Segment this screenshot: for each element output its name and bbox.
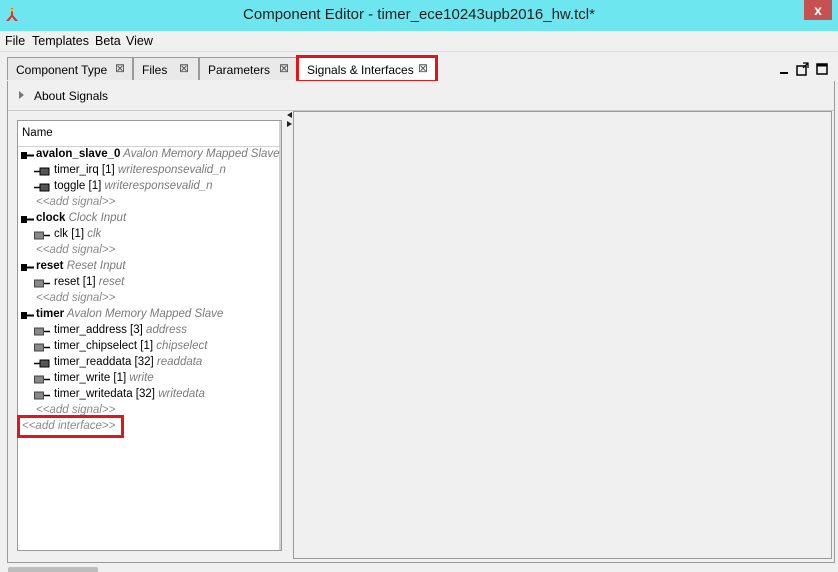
interface-type: Reset Input (63, 260, 126, 272)
signal-output-icon (34, 375, 50, 384)
signal-name: clk [1] (54, 228, 85, 240)
signal-name: timer_writedata [32] (54, 388, 155, 400)
signals-tree-panel[interactable]: Name avalon_slave_0 Avalon Memory Mapped… (17, 120, 282, 551)
signal-output-icon (34, 343, 50, 352)
menu-templates[interactable]: Templates (32, 34, 89, 48)
signal-name: timer_readdata [32] (54, 356, 154, 368)
maximize-icon[interactable] (816, 63, 829, 76)
tab-parameters[interactable]: Parameters ⊠ (199, 57, 298, 80)
interface-type: Clock Input (65, 212, 127, 224)
details-panel (293, 111, 832, 559)
add-signal-item[interactable]: <<add signal>> (36, 292, 115, 308)
close-window-button[interactable]: x (804, 0, 832, 20)
signal-output-icon (34, 391, 50, 400)
interface-icon (21, 152, 34, 159)
add-signal-item[interactable]: <<add signal>> (36, 244, 115, 260)
menu-bar: File Templates Beta View (0, 31, 838, 52)
signal-type: readdata (153, 356, 203, 368)
signal-name: reset [1] (54, 276, 96, 288)
tab-files[interactable]: Files ⊠ (133, 57, 199, 80)
tab-label: Files (142, 63, 168, 77)
signal-type: writeresponsevalid_n (101, 180, 213, 192)
signal-row[interactable]: timer_irq [1] writeresponsevalid_n (34, 164, 226, 180)
signal-row[interactable]: reset [1] reset (34, 276, 124, 292)
signal-row[interactable]: timer_readdata [32] readdata (34, 356, 202, 372)
interface-row[interactable]: reset Reset Input (21, 260, 126, 276)
interface-row[interactable]: timer Avalon Memory Mapped Slave (21, 308, 223, 324)
signal-type: write (126, 372, 154, 384)
interface-name: clock (36, 212, 66, 224)
signal-output-icon (34, 327, 50, 336)
minimize-icon[interactable] (779, 64, 791, 76)
signal-row[interactable]: timer_writedata [32] writedata (34, 388, 205, 404)
signal-row[interactable]: timer_chipselect [1] chipselect (34, 340, 207, 356)
tab-label: Parameters (208, 63, 271, 77)
signal-row[interactable]: timer_address [3] address (34, 324, 187, 340)
interface-name: timer (36, 308, 65, 320)
signal-input-icon (34, 359, 50, 368)
interface-row[interactable]: avalon_slave_0 Avalon Memory Mapped Slav… (21, 148, 280, 164)
expand-arrow-icon[interactable] (19, 91, 24, 99)
signal-type: writedata (155, 388, 205, 400)
tab-close-icon[interactable]: ⊠ (179, 61, 189, 75)
add-signal-label: <<add signal>> (36, 244, 116, 256)
signal-name: timer_write [1] (54, 372, 127, 384)
interface-icon (21, 264, 34, 271)
tab-highlight-box (296, 55, 438, 83)
about-signals-toggle[interactable]: About Signals (34, 89, 108, 103)
menu-file[interactable]: File (5, 34, 25, 48)
signal-type: writeresponsevalid_n (114, 164, 226, 176)
detach-icon[interactable] (796, 62, 810, 76)
signal-input-icon (34, 183, 50, 192)
interface-icon (21, 216, 34, 223)
signal-name: toggle [1] (54, 180, 102, 192)
signal-name: timer_irq [1] (54, 164, 115, 176)
column-header-label: Name (22, 127, 53, 139)
signal-output-icon (34, 231, 50, 240)
tab-label: Component Type (16, 63, 108, 77)
add-signal-label: <<add signal>> (36, 292, 116, 304)
signal-type: chipselect (153, 340, 208, 352)
interface-type: Avalon Memory Mapped Slave (64, 308, 224, 320)
signal-name: timer_address [3] (54, 324, 143, 336)
interface-name: avalon_slave_0 (36, 148, 121, 160)
signal-type: address (142, 324, 187, 336)
tab-close-icon[interactable]: ⊠ (115, 61, 125, 75)
signal-name: timer_chipselect [1] (54, 340, 154, 352)
tab-close-icon[interactable]: ⊠ (279, 61, 289, 75)
scrollbar[interactable] (279, 121, 281, 550)
signal-row[interactable]: toggle [1] writeresponsevalid_n (34, 180, 213, 196)
add-signal-item[interactable]: <<add signal>> (36, 196, 115, 212)
title-bar: Component Editor - timer_ece10243upb2016… (0, 0, 838, 31)
interface-type: Avalon Memory Mapped Slave (120, 148, 280, 160)
interface-icon (21, 312, 34, 319)
window-title: Component Editor - timer_ece10243upb2016… (243, 6, 595, 23)
splitter-arrows-icon[interactable] (287, 112, 292, 128)
signal-input-icon (34, 167, 50, 176)
menu-view[interactable]: View (126, 34, 153, 48)
name-column-header[interactable]: Name (18, 121, 280, 147)
interface-name: reset (36, 260, 64, 272)
signal-type: clk (84, 228, 102, 240)
tab-component-type[interactable]: Component Type ⊠ (7, 57, 133, 80)
add-interface-highlight-box (17, 415, 124, 438)
bottom-scroll-tab[interactable] (8, 567, 98, 572)
menu-beta[interactable]: Beta (95, 34, 121, 48)
signal-type: reset (95, 276, 125, 288)
signal-output-icon (34, 279, 50, 288)
signal-row[interactable]: timer_write [1] write (34, 372, 154, 388)
signal-row[interactable]: clk [1] clk (34, 228, 101, 244)
add-signal-label: <<add signal>> (36, 196, 116, 208)
interface-row[interactable]: clock Clock Input (21, 212, 126, 228)
